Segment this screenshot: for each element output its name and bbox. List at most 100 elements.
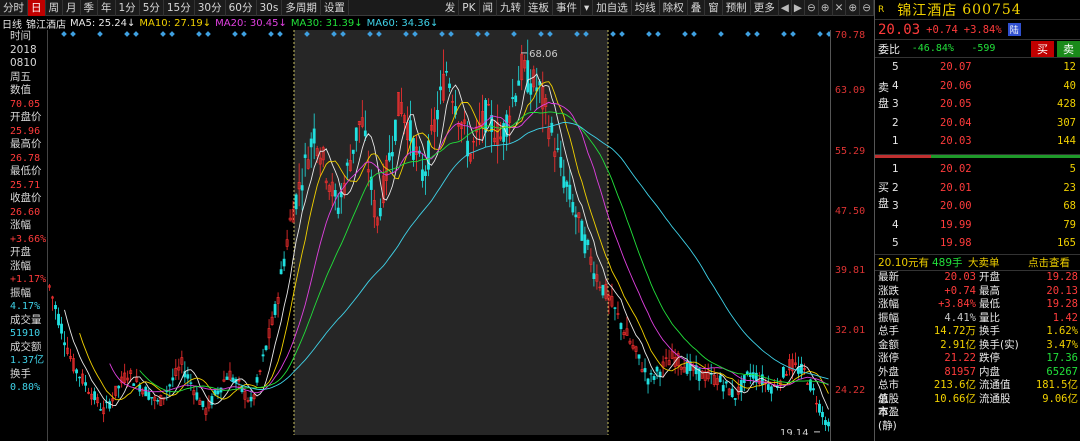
candle-body — [78, 376, 81, 379]
toolbar-action[interactable]: 闻 — [480, 0, 497, 16]
toolbar-nav-icon[interactable]: ▶ — [792, 0, 805, 16]
event-marker[interactable] — [124, 31, 130, 37]
event-marker[interactable] — [754, 31, 760, 37]
event-marker[interactable] — [619, 31, 625, 37]
toolbar-nav-icon[interactable]: ⊖ — [805, 0, 819, 16]
stat-row: 总股本 10.66亿 流通股 9.06亿 — [875, 393, 1080, 419]
candle-body — [427, 140, 430, 170]
quote-panel: R 锦江酒店 600754 20.03 +0.74 +3.84% 陆 委比 -4… — [874, 0, 1080, 441]
period-tab[interactable]: 分时 — [0, 0, 28, 16]
period-tab[interactable]: 多周期 — [282, 0, 321, 16]
toolbar-nav-icon[interactable]: ◀ — [779, 0, 792, 16]
candle-body — [412, 138, 415, 160]
event-marker[interactable] — [655, 31, 661, 37]
ratio-label: 委比 — [878, 42, 900, 56]
toolbar-nav-icon[interactable]: ⊕ — [819, 0, 833, 16]
toolbar-action[interactable]: 九转 — [497, 0, 525, 16]
toolbar-action[interactable]: 窗 — [705, 0, 723, 16]
book-row[interactable]: 3 20.00 68 — [890, 198, 1078, 216]
big-order-link[interactable]: 点击查看 — [1028, 255, 1070, 270]
candle-body — [601, 284, 605, 296]
toolbar-action[interactable]: 除权 — [660, 0, 688, 16]
event-marker[interactable] — [241, 31, 247, 37]
book-row[interactable]: 1 20.03 144 — [890, 133, 1078, 151]
event-marker[interactable] — [277, 31, 283, 37]
event-marker[interactable] — [205, 31, 211, 37]
info-label: 成交量 — [10, 313, 42, 326]
event-marker[interactable] — [97, 31, 103, 37]
candle-body — [556, 148, 560, 150]
candle-body — [138, 384, 142, 392]
period-tab[interactable]: 设置 — [321, 0, 349, 16]
period-tab[interactable]: 60分 — [226, 0, 257, 16]
period-tab[interactable]: 30分 — [195, 0, 226, 16]
event-marker[interactable] — [646, 31, 652, 37]
book-row[interactable]: 1 20.02 5 — [890, 161, 1078, 179]
sell-button[interactable]: 卖 — [1057, 40, 1080, 57]
book-row[interactable]: 2 20.01 23 — [890, 180, 1078, 198]
period-tab[interactable]: 5分 — [140, 0, 164, 16]
event-marker[interactable] — [160, 31, 166, 37]
event-marker[interactable] — [790, 31, 796, 37]
period-tab[interactable]: 季 — [81, 0, 98, 16]
period-tab[interactable]: 15分 — [164, 0, 195, 16]
toolbar-nav-icon[interactable]: ✕ — [833, 0, 847, 16]
book-row[interactable]: 4 19.99 79 — [890, 217, 1078, 235]
big-order-row[interactable]: 20.10元有 489手 大卖单 点击查看 — [875, 255, 1080, 271]
event-marker[interactable] — [133, 31, 139, 37]
toolbar-action[interactable]: PK — [459, 0, 480, 16]
event-marker[interactable] — [268, 31, 274, 37]
toolbar-nav-icon[interactable]: ⊕ — [846, 0, 861, 16]
event-marker[interactable] — [691, 31, 697, 37]
event-marker[interactable] — [196, 31, 202, 37]
event-marker[interactable] — [232, 31, 238, 37]
info-value: 25.96 — [10, 125, 41, 137]
toolbar-action[interactable]: 预制 — [723, 0, 751, 16]
candle-body — [439, 86, 442, 91]
candle-body — [574, 214, 578, 218]
toolbar-action[interactable]: 均线 — [632, 0, 660, 16]
period-tab[interactable]: 30s — [257, 0, 283, 16]
toolbar-action[interactable]: 加自选 — [593, 0, 632, 16]
period-tab[interactable]: 日 — [28, 0, 46, 16]
book-volume: 144 — [1057, 135, 1076, 147]
candle-body — [216, 390, 220, 395]
toolbar-action[interactable]: ▾ — [581, 0, 594, 16]
toolbar-action[interactable]: 连板 — [525, 0, 553, 16]
period-tab[interactable]: 1分 — [116, 0, 140, 16]
candle-body — [652, 376, 656, 380]
event-marker[interactable] — [70, 31, 76, 37]
book-row[interactable]: 5 19.98 165 — [890, 235, 1078, 253]
event-marker[interactable] — [169, 31, 175, 37]
period-tab[interactable]: 年 — [98, 0, 116, 16]
event-marker[interactable] — [61, 31, 67, 37]
toolbar-action[interactable]: 更多 — [751, 0, 779, 16]
toolbar-action[interactable]: 发 — [442, 0, 460, 16]
toolbar-action[interactable]: 事件 — [553, 0, 581, 16]
info-label: 0810 — [10, 57, 37, 69]
event-marker[interactable] — [817, 31, 823, 37]
stat-row: 总市值 213.6亿 流通值 181.5亿 — [875, 379, 1080, 405]
book-row[interactable]: 2 20.04 307 — [890, 115, 1078, 133]
period-tab[interactable]: 月 — [63, 0, 81, 16]
event-marker[interactable] — [610, 31, 616, 37]
ma-legend: 日线 锦江酒店 MA5: 25.24↓ MA10: 27.19↓ MA20: 30.45… — [0, 16, 874, 31]
ma-value: MA30: 31.39↓ — [290, 17, 363, 29]
kline-chart[interactable]: 68.06 19.14 — [48, 30, 830, 435]
stat-cell: 流通值 — [979, 379, 1011, 391]
buy-button[interactable]: 买 — [1031, 40, 1054, 57]
event-marker[interactable] — [682, 31, 688, 37]
event-marker[interactable] — [718, 31, 724, 37]
candle-body — [721, 385, 725, 392]
candle-body — [132, 383, 136, 386]
toolbar-nav-icon[interactable]: ⊖ — [860, 0, 874, 16]
event-marker[interactable] — [781, 31, 787, 37]
book-row[interactable]: 4 20.06 40 — [890, 78, 1078, 96]
book-row[interactable]: 3 20.05 428 — [890, 96, 1078, 114]
book-row[interactable]: 5 20.07 12 — [890, 59, 1078, 77]
stat-cell: 换手(实) — [979, 338, 1019, 351]
event-marker[interactable] — [745, 31, 751, 37]
period-tab[interactable]: 周 — [46, 0, 63, 16]
toolbar-action[interactable]: 叠 — [688, 0, 706, 16]
stat-row: 总手 14.72万 换手 1.62% — [875, 325, 1080, 339]
